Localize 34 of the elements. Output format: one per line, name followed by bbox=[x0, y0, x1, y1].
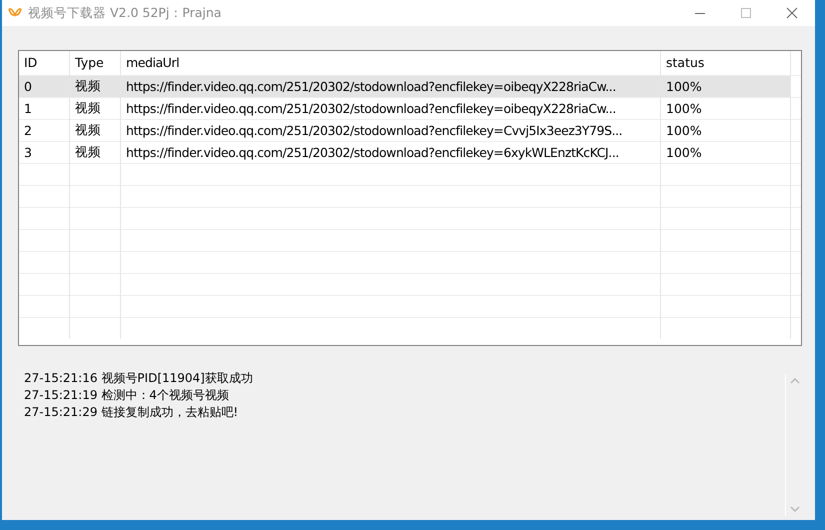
scroll-up-icon[interactable] bbox=[790, 378, 800, 384]
table-row[interactable]: 2 视频 https://finder.video.qq.com/251/20302/stodownload?encfilekey=Cvvj5Ix3eez3Y79S... 100% bbox=[19, 119, 801, 141]
table-cell: 100% bbox=[666, 100, 702, 116]
log-line: 27-15:21:29 链接复制成功，去粘贴吧! bbox=[24, 404, 240, 421]
logo-icon bbox=[8, 7, 22, 19]
window-title: 视频号下载器 V2.0 52Pj：Prajna bbox=[28, 4, 222, 22]
table-cell: https://finder.video.qq.com/251/20302/stodownload?encfilekey=oibeqyX228riaCw... bbox=[126, 78, 616, 94]
table-row[interactable]: 3 视频 https://finder.video.qq.com/251/20302/stodownload?encfilekey=6xykWLEnztKcKCJ... 100% bbox=[19, 141, 801, 163]
table-cell: 1 bbox=[24, 100, 32, 116]
log-line: 27-15:21:16 视频号PID[11904]获取成功 bbox=[24, 370, 254, 387]
table-cell: 3 bbox=[24, 144, 32, 160]
table-cell: 视频 bbox=[75, 100, 101, 114]
table-cell: 视频 bbox=[75, 78, 101, 92]
column-header[interactable]: mediaUrl bbox=[120, 51, 660, 75]
column-header[interactable]: status bbox=[660, 51, 790, 75]
table-cell: 2 bbox=[24, 122, 32, 138]
scroll-down-icon[interactable] bbox=[790, 506, 800, 512]
maximize-icon[interactable] bbox=[740, 7, 752, 19]
column-header[interactable]: ID bbox=[19, 51, 70, 75]
scrollbar[interactable] bbox=[785, 374, 802, 516]
table-row[interactable]: 0 视频 https://finder.video.qq.com/251/20302/stodownload?encfilekey=oibeqyX228riaCw... 100% bbox=[19, 75, 801, 97]
column-header[interactable]: Type bbox=[70, 51, 120, 75]
table-cell: 100% bbox=[666, 122, 702, 138]
table-cell: 视频 bbox=[75, 122, 101, 136]
table-cell: 0 bbox=[24, 78, 32, 94]
table-cell: https://finder.video.qq.com/251/20302/stodownload?encfilekey=Cvvj5Ix3eez3Y79S... bbox=[126, 122, 622, 138]
table-row[interactable]: 1 视频 https://finder.video.qq.com/251/20302/stodownload?encfilekey=oibeqyX228riaCw... 100% bbox=[19, 97, 801, 119]
table-cell: 100% bbox=[666, 144, 702, 160]
log-line: 27-15:21:19 检测中：4个视频号视频 bbox=[24, 387, 230, 404]
table-cell: 视频 bbox=[75, 144, 101, 158]
close-icon[interactable] bbox=[786, 7, 798, 19]
table-cell: 100% bbox=[666, 78, 702, 94]
table-cell: https://finder.video.qq.com/251/20302/stodownload?encfilekey=oibeqyX228riaCw... bbox=[126, 100, 616, 116]
table-cell: https://finder.video.qq.com/251/20302/stodownload?encfilekey=6xykWLEnztKcKCJ... bbox=[126, 144, 619, 160]
